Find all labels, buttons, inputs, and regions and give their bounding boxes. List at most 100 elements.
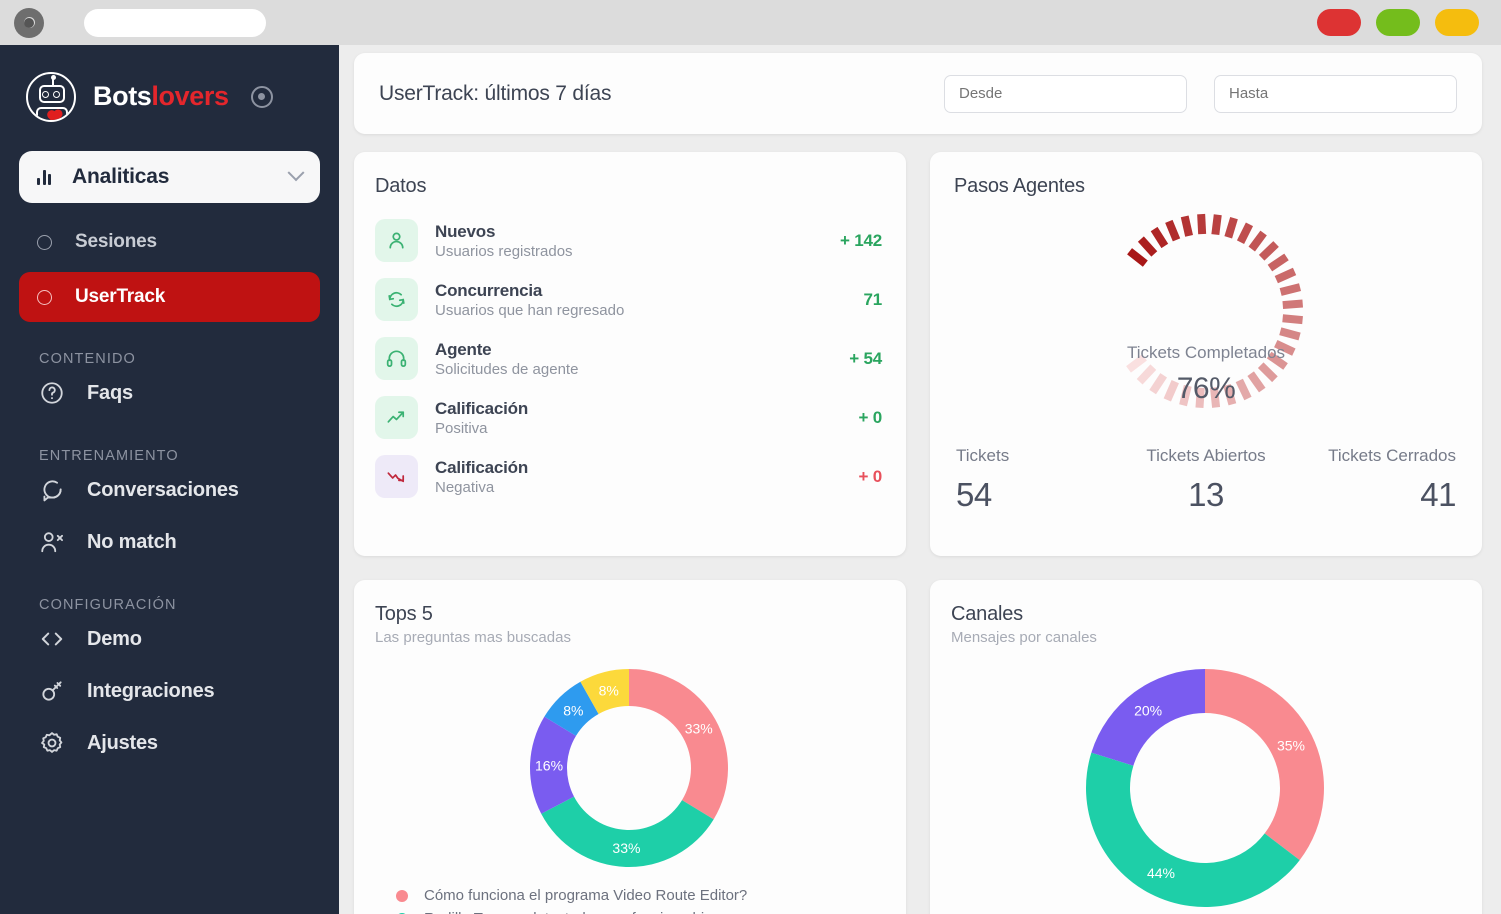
canales-donut-chart: 35% 44% 20%: [951, 668, 1458, 908]
metric-value: + 0: [858, 466, 882, 486]
donut-slice-label: 16%: [535, 757, 563, 773]
sidebar-item-ajustes[interactable]: Ajustes: [19, 717, 320, 769]
gauge-tick: [1236, 222, 1254, 244]
gauge-value: 76%: [1176, 372, 1236, 405]
donut-slice[interactable]: [628, 669, 728, 820]
key-icon: [39, 678, 65, 704]
stat-tickets-cerrados-value: 41: [1420, 476, 1457, 513]
sidebar-item-usertrack-label: UserTrack: [75, 286, 166, 307]
stat-tickets-label: Tickets: [956, 446, 1010, 465]
gauge-tick: [1248, 230, 1267, 252]
sidebar-item-integraciones-label: Integraciones: [87, 679, 215, 702]
sidebar-item-ajustes-label: Ajustes: [87, 731, 158, 754]
url-input[interactable]: [84, 8, 266, 37]
sidebar-item-faqs-label: Faqs: [87, 381, 133, 404]
metric-row: Agente Solicitudes de agente + 54: [375, 329, 882, 388]
gauge-tick: [1197, 213, 1207, 235]
gauge-tick: [1279, 327, 1301, 341]
card-tops5: Tops 5 Las preguntas mas buscadas 33% 33%…: [354, 580, 906, 914]
metric-value: + 54: [849, 348, 882, 368]
trend-up-icon: [375, 396, 418, 439]
tops5-legend: Cómo funciona el programa Video Route Ed…: [375, 884, 882, 914]
sidebar-item-analiticas[interactable]: Analiticas: [19, 151, 320, 203]
tickets-stats-row: Tickets 54 Tickets Abiertos 13 Tickets C…: [954, 446, 1458, 514]
bullet-circle-icon: [37, 289, 52, 305]
card-datos-title: Datos: [375, 175, 427, 197]
brand-name: Botslovers: [93, 81, 229, 112]
stat-tickets-cerrados-label: Tickets Cerrados: [1328, 446, 1457, 465]
gauge-tick: [1274, 267, 1297, 284]
date-from-input[interactable]: [944, 74, 1187, 113]
window-close-button[interactable]: [1317, 9, 1361, 36]
gauge-tick: [1137, 236, 1158, 257]
headset-icon: [375, 337, 418, 380]
legend-item: Cómo funciona el programa Video Route Ed…: [396, 884, 882, 907]
gauge-tick: [1127, 248, 1148, 267]
window-controls: [1317, 9, 1479, 36]
gauge-tick: [1267, 253, 1289, 272]
gauge-label: Tickets Completados: [1126, 343, 1286, 362]
card-canales-title: Canales: [951, 603, 1023, 625]
sidebar-item-sesiones[interactable]: Sesiones: [19, 217, 320, 267]
code-brackets-icon: [39, 626, 65, 652]
donut-slice-label: 33%: [684, 721, 712, 737]
date-to-input[interactable]: [1214, 74, 1457, 113]
dashboard-grid: Datos Nuevos Usuarios registrados + 142 Con…: [354, 152, 1482, 914]
brand-name-second: lovers: [151, 81, 229, 111]
chat-bubble-icon: [39, 477, 65, 503]
window-titlebar: [0, 0, 1501, 45]
donut-slice-label: 8%: [598, 683, 618, 699]
sidebar-item-faqs[interactable]: Faqs: [19, 367, 320, 419]
gauge-tick: [1211, 214, 1222, 236]
card-canales: Canales Mensajes por canales 35% 44% 20%: [930, 580, 1482, 914]
legend-label: Cómo funciona el programa Video Route Ed…: [424, 887, 748, 904]
metric-row: Concurrencia Usuarios que han regresado 71: [375, 270, 882, 329]
metric-row: Nuevos Usuarios registrados + 142: [375, 211, 882, 270]
donut-slice[interactable]: [1204, 669, 1324, 861]
card-tops5-title: Tops 5: [375, 603, 433, 625]
brand: Botslovers: [0, 45, 339, 127]
gauge-tick: [1180, 215, 1193, 237]
metric-list: Nuevos Usuarios registrados + 142 Concurren…: [375, 211, 882, 506]
donut-slice-label: 8%: [563, 702, 583, 718]
page-header: UserTrack: últimos 7 días: [354, 53, 1482, 134]
gauge-tick: [1224, 216, 1238, 239]
refresh-icon: [375, 278, 418, 321]
sidebar-item-integraciones[interactable]: Integraciones: [19, 665, 320, 717]
sidebar-section-configuracion: CONFIGURACIÓN: [39, 597, 177, 613]
gauge-tick: [1282, 299, 1304, 310]
sidebar-item-analiticas-label: Analiticas: [72, 165, 170, 188]
card-tops5-subtitle: Las preguntas mas buscadas: [375, 629, 571, 646]
main-content: UserTrack: últimos 7 días Datos NuevosUs…: [339, 45, 1501, 914]
donut-slice-label: 35%: [1276, 737, 1304, 753]
metric-description: Usuarios que han regresado: [435, 301, 625, 319]
metric-value: 71: [863, 289, 882, 309]
donut-slice-label: 33%: [612, 840, 640, 856]
user-x-icon: [39, 529, 65, 555]
sidebar-item-no-match[interactable]: No match: [19, 516, 320, 568]
user-icon: [375, 219, 418, 262]
sidebar-item-conversaciones[interactable]: Conversaciones: [19, 464, 320, 516]
metric-name: Calificación: [435, 457, 529, 477]
stat-tickets-abiertos: Tickets Abiertos 13: [1123, 446, 1290, 514]
stat-tickets-cerrados: Tickets Cerrados 41: [1289, 446, 1458, 514]
legend-color-dot: [396, 889, 408, 902]
sidebar-item-demo[interactable]: Demo: [19, 613, 320, 665]
metric-value: + 142: [839, 230, 882, 250]
card-pasos-agentes: Pasos Agentes Tickets Completados 76% Ti…: [930, 152, 1482, 556]
metric-name: Calificación: [435, 398, 529, 418]
donut-slice[interactable]: [540, 796, 714, 867]
sidebar: Botslovers Analiticas Sesiones UserTrack…: [0, 45, 339, 914]
gear-icon: [39, 730, 65, 756]
window-minimize-button[interactable]: [1376, 9, 1420, 36]
trend-down-icon: [375, 455, 418, 498]
sidebar-item-usertrack[interactable]: UserTrack: [19, 272, 320, 322]
question-circle-icon: [39, 380, 65, 406]
metric-name: Nuevos: [435, 221, 496, 241]
collapse-sidebar-icon[interactable]: [250, 85, 273, 108]
gauge-tick: [1279, 283, 1302, 296]
card-pasos-agentes-title: Pasos Agentes: [954, 175, 1085, 197]
window-maximize-button[interactable]: [1435, 9, 1479, 36]
metric-row: Calificación Negativa + 0: [375, 447, 882, 506]
metric-description: Positiva: [435, 419, 488, 437]
